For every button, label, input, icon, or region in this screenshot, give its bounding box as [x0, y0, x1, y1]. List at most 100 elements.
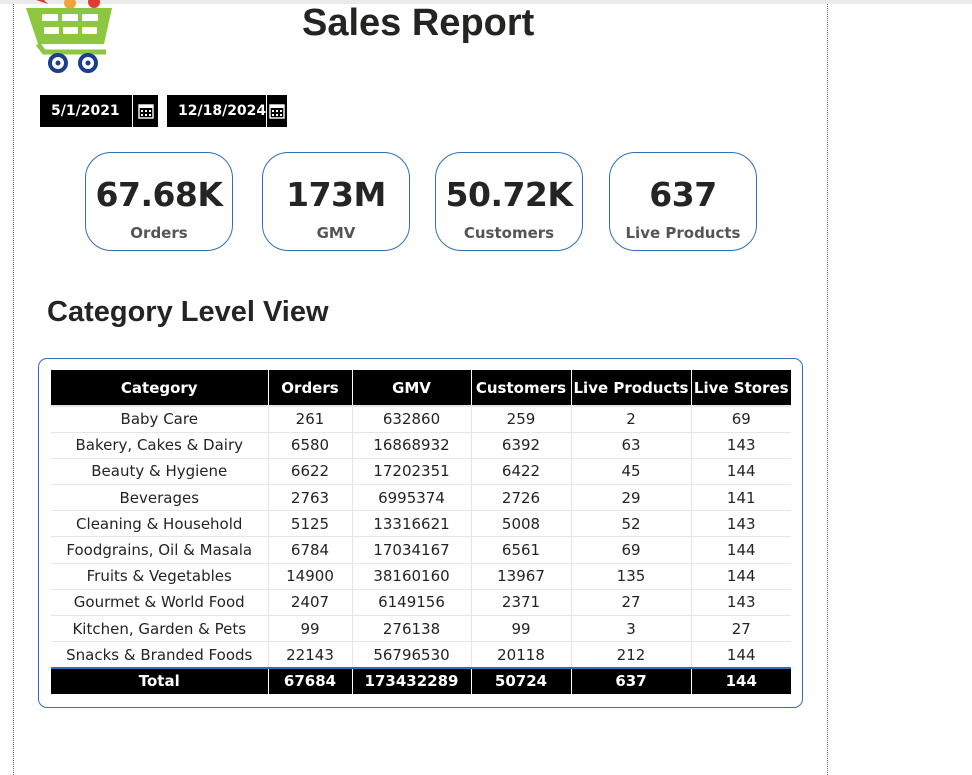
total-cell: Total — [51, 667, 269, 694]
category-cell: Baby Care — [51, 404, 269, 433]
column-header[interactable]: GMV — [352, 370, 472, 406]
value-cell: 144 — [691, 641, 791, 669]
column-header[interactable]: Live Stores — [691, 370, 791, 406]
table-row[interactable]: Foodgrains, Oil & Masala 6784 17034167 6561… — [51, 536, 791, 564]
value-cell: 99 — [471, 615, 572, 643]
kpi-card-gmv: 173M GMV — [262, 152, 410, 251]
value-cell: 2407 — [268, 589, 353, 617]
value-cell: 99 — [268, 615, 353, 643]
value-cell: 259 — [471, 404, 572, 433]
value-cell: 135 — [571, 563, 692, 590]
value-cell: 143 — [691, 589, 791, 617]
value-cell: 2 — [571, 404, 692, 433]
value-cell: 20118 — [471, 641, 572, 669]
table-header-row: Category Orders GMV Customers Live Produ… — [51, 370, 791, 406]
value-cell: 6995374 — [352, 484, 472, 512]
kpi-label: Customers — [463, 224, 555, 242]
section-title: Category Level View — [47, 296, 329, 328]
value-cell: 144 — [691, 536, 791, 564]
value-cell: 6149156 — [352, 589, 472, 617]
table-row[interactable]: Beverages 2763 6995374 2726 29 141 — [51, 484, 791, 512]
value-cell: 144 — [691, 458, 791, 486]
kpi-card-customers: 50.72K Customers — [435, 152, 583, 251]
calendar-icon[interactable] — [132, 95, 158, 127]
value-cell: 632860 — [352, 404, 472, 433]
value-cell: 212 — [571, 641, 692, 669]
table-row[interactable]: Bakery, Cakes & Dairy 6580 16868932 6392 63 1… — [51, 432, 791, 459]
table-row[interactable]: Beauty & Hygiene 6622 17202351 6422 45 144 — [51, 458, 791, 486]
value-cell: 13316621 — [352, 510, 472, 538]
value-cell: 143 — [691, 510, 791, 538]
page-title: Sales Report — [302, 2, 535, 44]
value-cell: 6784 — [268, 536, 353, 564]
category-cell: Kitchen, Garden & Pets — [51, 615, 269, 643]
column-header[interactable]: Customers — [471, 370, 572, 406]
value-cell: 52 — [571, 510, 692, 538]
calendar-icon[interactable] — [266, 95, 287, 127]
category-cell: Fruits & Vegetables — [51, 563, 269, 590]
value-cell: 6622 — [268, 458, 353, 486]
kpi-label: GMV — [316, 224, 356, 242]
value-cell: 69 — [571, 536, 692, 564]
kpi-label: Orders — [130, 224, 188, 242]
category-cell: Cleaning & Household — [51, 510, 269, 538]
table-row[interactable]: Snacks & Branded Foods 22143 56796530 20118… — [51, 641, 791, 669]
value-cell: 6561 — [471, 536, 572, 564]
value-cell: 17202351 — [352, 458, 472, 486]
value-cell: 29 — [571, 484, 692, 512]
value-cell: 3 — [571, 615, 692, 643]
value-cell: 45 — [571, 458, 692, 486]
table-row[interactable]: Kitchen, Garden & Pets 99 276138 99 3 27 — [51, 615, 791, 643]
kpi-value: 637 — [649, 175, 717, 214]
table-row[interactable]: Gourmet & World Food 2407 6149156 2371 27 143 — [51, 589, 791, 617]
category-table: Category Orders GMV Customers Live Produ… — [51, 370, 791, 694]
value-cell: 13967 — [471, 563, 572, 590]
kpi-card-live-products: 637 Live Products — [609, 152, 757, 251]
table-row[interactable]: Baby Care 261 632860 259 2 69 — [51, 404, 791, 433]
start-date-picker[interactable]: 5/1/2021 — [40, 95, 158, 127]
value-cell: 5125 — [268, 510, 353, 538]
end-date-value[interactable]: 12/18/2024 — [167, 103, 266, 119]
value-cell: 63 — [571, 432, 692, 459]
value-cell: 2763 — [268, 484, 353, 512]
category-cell: Snacks & Branded Foods — [51, 641, 269, 669]
value-cell: 22143 — [268, 641, 353, 669]
value-cell: 2371 — [471, 589, 572, 617]
value-cell: 261 — [268, 404, 353, 433]
value-cell: 38160160 — [352, 563, 472, 590]
value-cell: 6422 — [471, 458, 572, 486]
kpi-value: 50.72K — [445, 175, 573, 214]
value-cell: 69 — [691, 404, 791, 433]
column-header[interactable]: Category — [51, 370, 269, 406]
shopping-cart-icon — [24, 0, 114, 76]
total-cell: 67684 — [268, 667, 353, 694]
value-cell: 27 — [691, 615, 791, 643]
canvas-border-left — [13, 4, 14, 775]
value-cell: 141 — [691, 484, 791, 512]
total-cell: 50724 — [471, 667, 572, 694]
value-cell: 56796530 — [352, 641, 472, 669]
value-cell: 17034167 — [352, 536, 472, 564]
kpi-label: Live Products — [625, 224, 741, 242]
total-cell: 144 — [691, 667, 791, 694]
value-cell: 2726 — [471, 484, 572, 512]
column-header[interactable]: Live Products — [571, 370, 692, 406]
table-row[interactable]: Fruits & Vegetables 14900 38160160 13967 135… — [51, 563, 791, 590]
value-cell: 276138 — [352, 615, 472, 643]
category-cell: Beauty & Hygiene — [51, 458, 269, 486]
value-cell: 5008 — [471, 510, 572, 538]
canvas-border-right — [827, 4, 828, 775]
end-date-picker[interactable]: 12/18/2024 — [167, 95, 287, 127]
start-date-value[interactable]: 5/1/2021 — [40, 103, 132, 119]
value-cell: 6580 — [268, 432, 353, 459]
value-cell: 144 — [691, 563, 791, 590]
table-total-row: Total 67684 173432289 50724 637 144 — [51, 667, 791, 694]
kpi-value: 67.68K — [95, 175, 223, 214]
kpi-card-orders: 67.68K Orders — [85, 152, 233, 251]
table-row[interactable]: Cleaning & Household 5125 13316621 5008 52 14… — [51, 510, 791, 538]
total-cell: 637 — [571, 667, 692, 694]
column-header[interactable]: Orders — [268, 370, 353, 406]
value-cell: 16868932 — [352, 432, 472, 459]
category-cell: Foodgrains, Oil & Masala — [51, 536, 269, 564]
value-cell: 27 — [571, 589, 692, 617]
